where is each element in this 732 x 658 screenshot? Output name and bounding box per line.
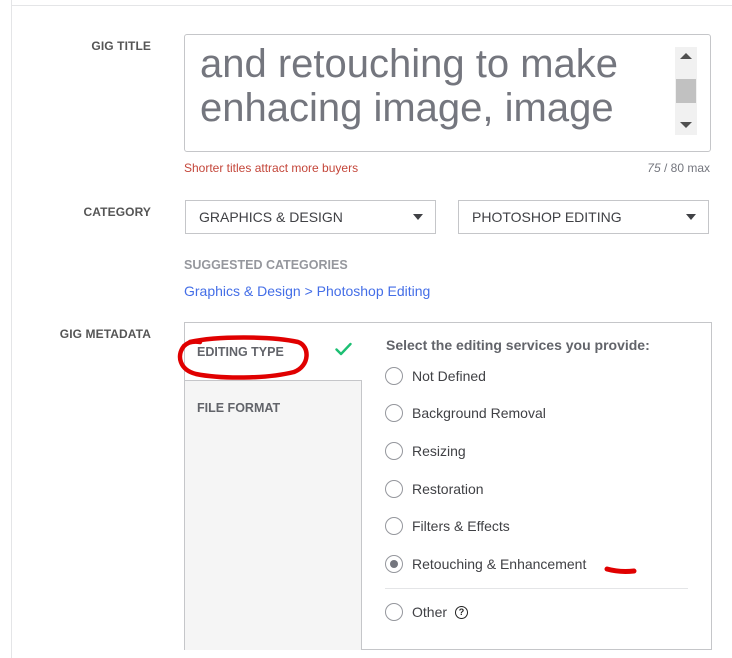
radio-restoration[interactable] xyxy=(385,480,403,498)
char-count-max: / 80 max xyxy=(660,161,710,175)
option-filters-effects[interactable]: Filters & Effects xyxy=(385,516,510,536)
suggested-category-link[interactable]: Graphics & Design > Photoshop Editing xyxy=(184,283,430,299)
option-restoration[interactable]: Restoration xyxy=(385,479,484,499)
radio-filters-effects[interactable] xyxy=(385,517,403,535)
radio-other[interactable] xyxy=(385,603,403,621)
options-divider xyxy=(385,588,688,589)
category-select[interactable]: GRAPHICS & DESIGN xyxy=(185,200,436,234)
textarea-scrollbar[interactable] xyxy=(675,47,697,135)
option-label[interactable]: Resizing xyxy=(412,443,466,459)
subcategory-select-value: PHOTOSHOP EDITING xyxy=(472,209,622,225)
tab-file-format-label[interactable]: FILE FORMAT xyxy=(197,401,280,415)
option-label[interactable]: Other xyxy=(412,604,447,620)
option-retouching-enhancement[interactable]: Retouching & Enhancement xyxy=(385,554,586,574)
suggested-categories-heading: SUGGESTED CATEGORIES xyxy=(184,258,348,272)
checkmark-icon xyxy=(335,342,352,356)
option-other[interactable]: Other ? xyxy=(385,602,469,622)
option-not-defined[interactable]: Not Defined xyxy=(385,366,486,386)
form-page: GIG TITLE and retouching to make enhacin… xyxy=(0,0,732,658)
option-resizing[interactable]: Resizing xyxy=(385,441,466,461)
title-char-count: 75 / 80 max xyxy=(647,161,710,175)
red-mark-annotation xyxy=(604,566,637,574)
gig-metadata-label: GIG METADATA xyxy=(59,327,151,341)
subcategory-select[interactable]: PHOTOSHOP EDITING xyxy=(458,200,709,234)
radio-retouching-enhancement[interactable] xyxy=(385,555,403,573)
chevron-down-icon[interactable] xyxy=(413,214,423,220)
scroll-up-arrow-icon[interactable] xyxy=(680,53,692,59)
option-label[interactable]: Background Removal xyxy=(412,405,546,421)
gig-title-label: GIG TITLE xyxy=(91,39,151,53)
gig-title-textarea[interactable]: and retouching to make enhacing image, i… xyxy=(184,34,711,152)
category-select-value: GRAPHICS & DESIGN xyxy=(199,209,343,225)
category-label: CATEGORY xyxy=(83,205,151,219)
chevron-down-icon[interactable] xyxy=(686,214,696,220)
scroll-down-arrow-icon[interactable] xyxy=(680,122,692,128)
option-label[interactable]: Restoration xyxy=(412,481,484,497)
option-label[interactable]: Filters & Effects xyxy=(412,518,510,534)
option-label[interactable]: Retouching & Enhancement xyxy=(412,556,586,572)
radio-background-removal[interactable] xyxy=(385,404,403,422)
scroll-thumb[interactable] xyxy=(676,79,696,103)
option-label[interactable]: Not Defined xyxy=(412,368,486,384)
radio-not-defined[interactable] xyxy=(385,367,403,385)
red-circle-annotation xyxy=(177,335,309,380)
radio-resizing[interactable] xyxy=(385,442,403,460)
services-question: Select the editing services you provide: xyxy=(386,337,650,353)
tab-file-format[interactable] xyxy=(185,380,362,650)
char-count-current: 75 xyxy=(647,161,661,175)
gig-title-value[interactable]: and retouching to make enhacing image, i… xyxy=(200,42,670,130)
title-hint: Shorter titles attract more buyers xyxy=(184,161,359,175)
question-mark-icon[interactable]: ? xyxy=(455,605,469,619)
option-background-removal[interactable]: Background Removal xyxy=(385,403,546,423)
panel-border-top xyxy=(11,5,732,6)
